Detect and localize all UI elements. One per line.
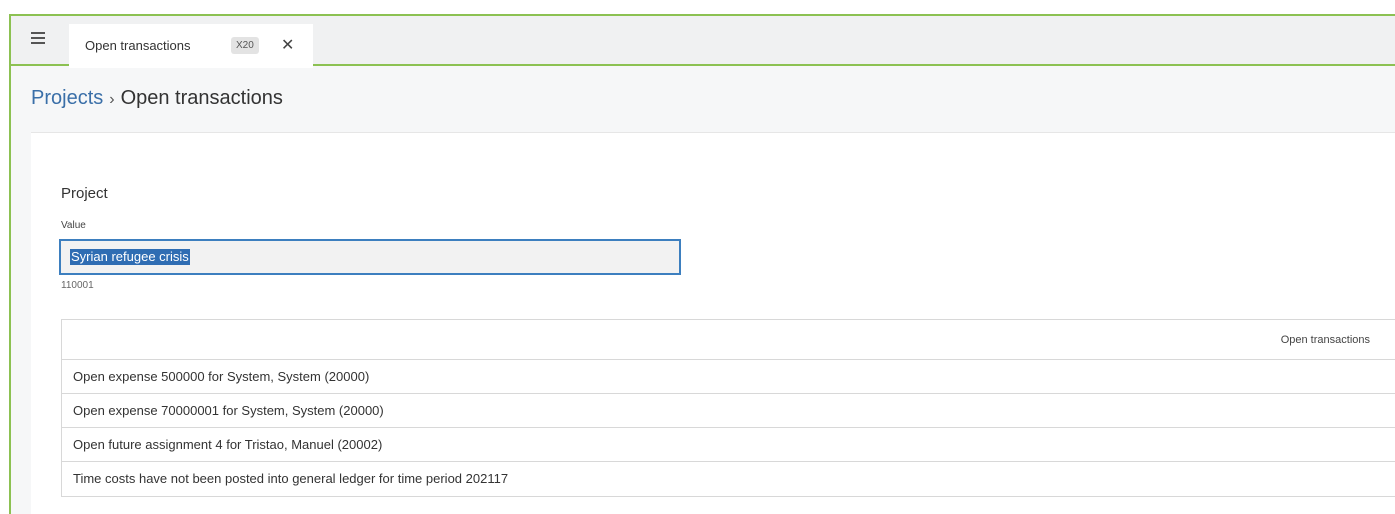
tab-title: Open transactions <box>85 38 191 53</box>
app-frame: Open transactions X20 ✕ Projects › Open tr… <box>9 14 1395 514</box>
project-value-text: Syrian refugee crisis <box>70 249 190 265</box>
column-header-open-transactions[interactable]: Open transactions <box>1281 334 1370 346</box>
table-header: Open transactions <box>62 320 1395 360</box>
chevron-right-icon: › <box>109 91 115 108</box>
project-value-input[interactable]: Syrian refugee crisis <box>59 239 681 275</box>
breadcrumb-projects-link[interactable]: Projects <box>31 87 103 109</box>
hamburger-menu-icon[interactable] <box>31 32 45 46</box>
tab-open-transactions[interactable]: Open transactions X20 ✕ <box>69 24 313 68</box>
table-row[interactable]: Open expense 500000 for System, System (… <box>62 360 1395 394</box>
project-id: 110001 <box>61 280 94 291</box>
page-title: Open transactions <box>120 87 283 109</box>
table-row[interactable]: Time costs have not been posted into gen… <box>62 462 1395 496</box>
open-transactions-table: Open transactions Open expense 500000 fo… <box>61 319 1395 497</box>
tab-bar: Open transactions X20 ✕ <box>11 16 1395 68</box>
table-row[interactable]: Open expense 70000001 for System, System… <box>62 394 1395 428</box>
breadcrumb: Projects › Open transactions <box>31 87 283 110</box>
close-icon[interactable]: ✕ <box>281 35 294 55</box>
tab-badge: X20 <box>231 37 259 54</box>
table-row[interactable]: Open future assignment 4 for Tristao, Ma… <box>62 428 1395 462</box>
content-card: Project Value Syrian refugee crisis 1100… <box>31 132 1395 514</box>
value-field-label: Value <box>61 220 86 231</box>
section-title: Project <box>61 185 108 202</box>
